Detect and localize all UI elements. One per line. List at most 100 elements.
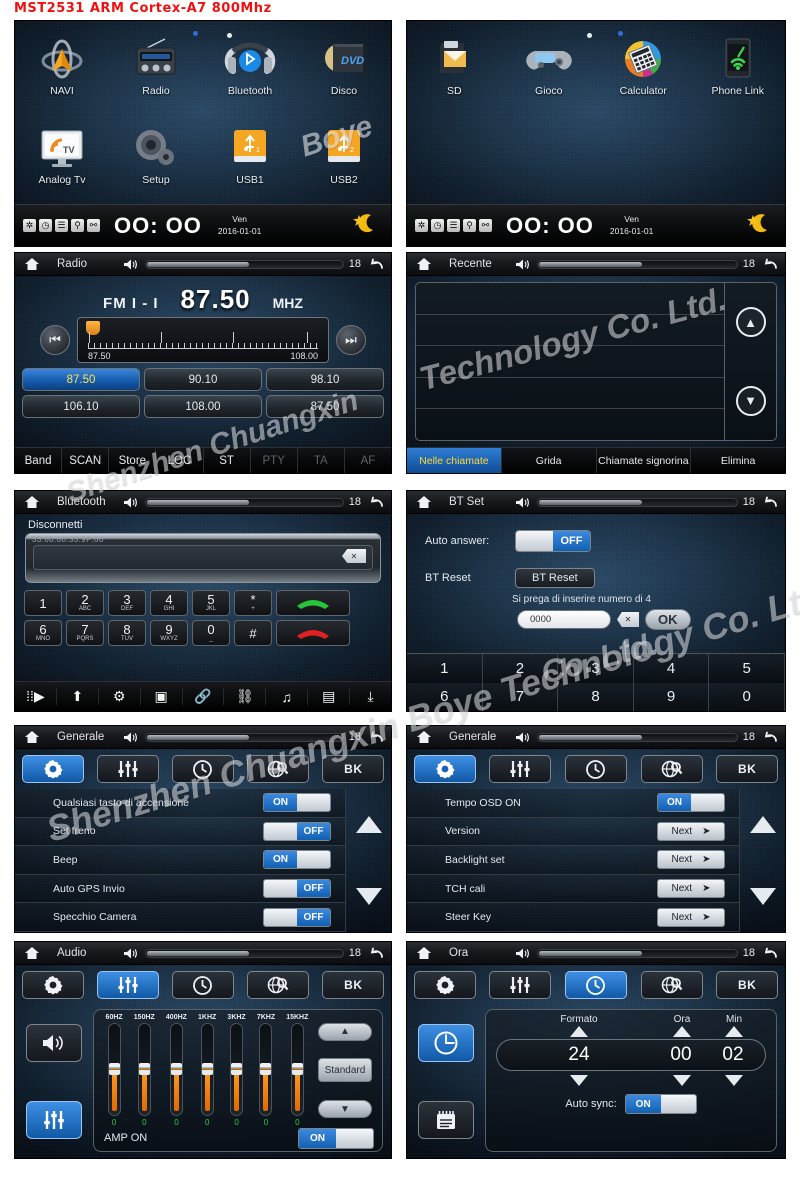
music-bluetooth-icon[interactable]: ♫: [266, 688, 309, 705]
gps-status-icon[interactable]: ⚲: [463, 219, 476, 232]
app-setup[interactable]: Setup: [109, 116, 203, 205]
speaker-icon[interactable]: [515, 258, 530, 271]
scroll-up-icon[interactable]: ▲: [735, 307, 766, 338]
list-item[interactable]: [416, 283, 724, 315]
app-calculator[interactable]: Calculator: [596, 27, 691, 137]
scroll-up-icon[interactable]: [355, 816, 382, 834]
key-2[interactable]: 2 ABC: [66, 590, 104, 616]
hour-up-icon[interactable]: [673, 1026, 691, 1037]
key-hash[interactable]: #: [234, 620, 272, 646]
list-item[interactable]: [416, 315, 724, 347]
setting-row[interactable]: Set freno OFF: [15, 817, 345, 847]
bluetooth-status-icon[interactable]: ✲: [23, 219, 36, 232]
speaker-icon[interactable]: [123, 947, 138, 960]
app-analog-tv[interactable]: TV Analog Tv: [15, 116, 109, 205]
tab-general[interactable]: [21, 971, 84, 999]
app-navi[interactable]: NAVI: [15, 27, 109, 116]
pad-key-2[interactable]: 2: [482, 654, 559, 683]
volume-slider[interactable]: [537, 732, 738, 742]
preset-button[interactable]: 87.50: [266, 395, 384, 418]
key-4[interactable]: 4 GHI: [150, 590, 188, 616]
home-icon[interactable]: [21, 495, 43, 509]
pad-key-1[interactable]: 1: [407, 654, 483, 683]
next-button[interactable]: Next ➤: [657, 821, 725, 841]
eq-band[interactable]: 7KHZ 0: [257, 1014, 275, 1127]
speaker-icon[interactable]: [123, 496, 138, 509]
pad-key-8[interactable]: 8: [558, 682, 634, 711]
clock-button[interactable]: [418, 1024, 474, 1063]
key-5[interactable]: 5 JKL: [192, 590, 230, 616]
home-icon[interactable]: [21, 730, 43, 744]
volume-slider[interactable]: [537, 497, 738, 507]
key-7[interactable]: 7 PQRS: [66, 620, 104, 646]
chevron-down-icon[interactable]: ▼: [318, 1100, 372, 1119]
volume-slider[interactable]: [145, 948, 344, 958]
min-down-icon[interactable]: [725, 1075, 743, 1086]
eq-band[interactable]: 1KHZ 0: [198, 1014, 216, 1127]
moon-star-icon[interactable]: [351, 211, 377, 240]
calendar-button[interactable]: [418, 1100, 474, 1139]
app-bluetooth[interactable]: Bluetooth: [203, 27, 297, 116]
eq-slider[interactable]: [200, 1023, 214, 1116]
setting-row[interactable]: Tempo OSD ON ON: [407, 789, 739, 818]
download-icon[interactable]: ⤓: [350, 688, 391, 705]
volume-slider[interactable]: [145, 497, 344, 507]
home-icon[interactable]: [21, 257, 43, 271]
radio-tab-af[interactable]: AF: [345, 448, 391, 473]
volume-slider[interactable]: [537, 948, 738, 958]
list-item[interactable]: [416, 346, 724, 378]
eq-band[interactable]: 60HZ 0: [106, 1014, 123, 1127]
page-dot-active[interactable]: [618, 31, 623, 36]
setting-toggle[interactable]: ON: [657, 793, 725, 813]
radio-tab-st[interactable]: ST: [204, 448, 251, 473]
home-icon[interactable]: [21, 946, 43, 960]
pad-key-4[interactable]: 4: [633, 654, 710, 683]
list-status-icon[interactable]: ☰: [447, 219, 460, 232]
backspace-icon[interactable]: ✕: [617, 612, 639, 627]
chevron-up-icon[interactable]: ▲: [318, 1022, 372, 1041]
volume-slider[interactable]: [145, 259, 344, 269]
app-radio[interactable]: Radio: [109, 27, 203, 116]
tab-audio[interactable]: [96, 971, 159, 999]
setting-row[interactable]: Steer Key Next ➤: [407, 903, 739, 932]
skip-next-icon[interactable]: ⏭: [336, 325, 366, 355]
app-gioco[interactable]: Gioco: [502, 27, 597, 137]
home-icon[interactable]: [413, 946, 435, 960]
home-icon[interactable]: [413, 730, 435, 744]
scroll-up-icon[interactable]: [749, 816, 776, 834]
unlink-icon[interactable]: ⛓: [224, 688, 267, 705]
key-0[interactable]: 0 _: [192, 620, 230, 646]
pad-key-9[interactable]: 9: [633, 682, 710, 711]
clock-status-icon[interactable]: ◷: [39, 219, 52, 232]
app-disco[interactable]: DVD Disco: [297, 27, 391, 116]
network-status-icon[interactable]: ⚯: [479, 219, 492, 232]
home-icon[interactable]: [413, 257, 435, 271]
radio-tab-scan[interactable]: SCAN: [62, 448, 110, 473]
key-6[interactable]: 6 MNO: [24, 620, 62, 646]
moon-star-icon[interactable]: [745, 211, 771, 240]
eq-slider[interactable]: [169, 1023, 183, 1116]
setting-toggle[interactable]: ON: [263, 793, 331, 813]
call-end-icon[interactable]: [276, 620, 350, 646]
tab-grida[interactable]: Grida: [502, 448, 597, 473]
page-dot-inactive[interactable]: [587, 33, 592, 38]
tab-audio[interactable]: [489, 755, 552, 783]
setting-row[interactable]: Specchio Camera OFF: [15, 903, 345, 932]
hour-down-icon[interactable]: [673, 1075, 691, 1086]
pad-key-7[interactable]: 7: [482, 682, 559, 711]
back-arrow-icon[interactable]: [760, 258, 780, 271]
back-arrow-icon[interactable]: [366, 731, 386, 744]
tab-language[interactable]: [247, 755, 310, 783]
key-star[interactable]: * +: [234, 590, 272, 616]
auto-answer-toggle[interactable]: OFF: [515, 530, 591, 552]
list-status-icon[interactable]: ☰: [55, 219, 68, 232]
settings-gear-icon[interactable]: ⚙: [99, 688, 141, 705]
eq-band[interactable]: 15KHZ 0: [286, 1014, 308, 1127]
tab-language[interactable]: [247, 971, 310, 999]
format-down-icon[interactable]: [570, 1075, 588, 1086]
clock-status-icon[interactable]: ◷: [431, 219, 444, 232]
preset-button[interactable]: 108.00: [144, 395, 262, 418]
setting-row[interactable]: Qualsiasi tasto di accensione ON: [15, 789, 345, 818]
preset-button[interactable]: 90.10: [144, 368, 262, 391]
setting-toggle[interactable]: OFF: [263, 907, 331, 927]
